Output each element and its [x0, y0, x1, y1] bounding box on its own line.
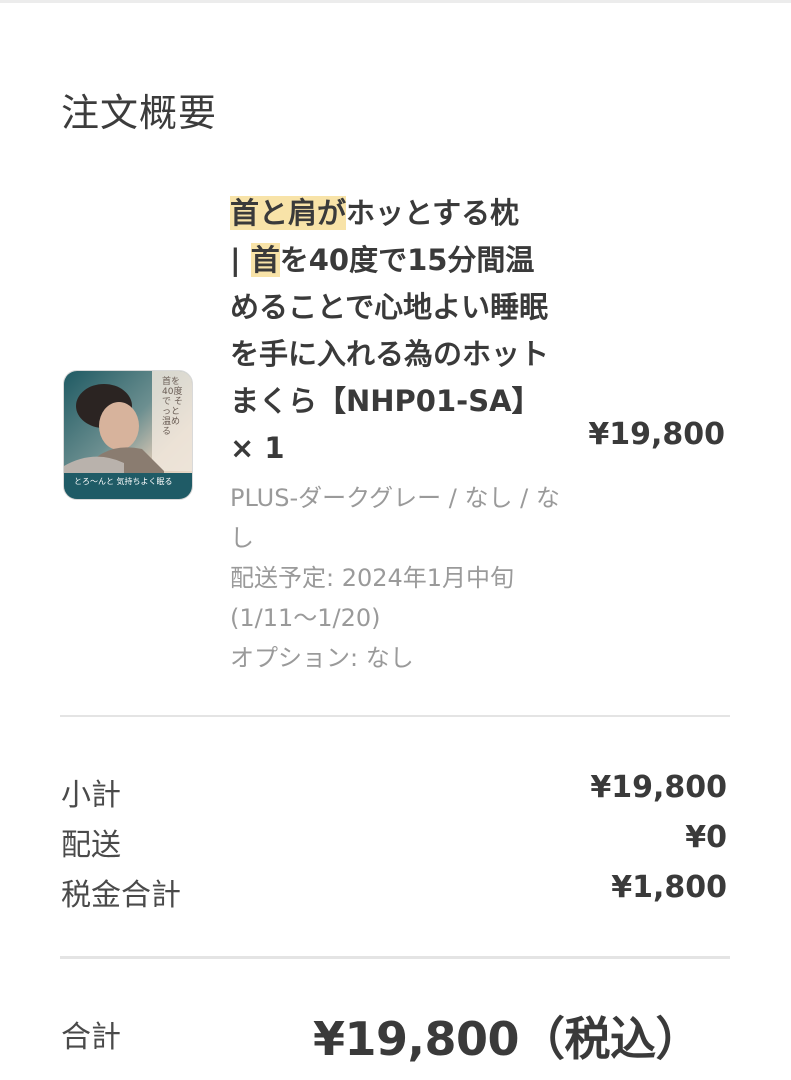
search-highlight: 首 — [250, 243, 280, 277]
product-name: 首と肩がホッとする枕 | 首を40度で15分間温めることで心地よい睡眠を手に入れる… — [230, 196, 550, 465]
tax-label: 税金合計 — [61, 878, 181, 913]
order-summary-title: 注文概要 — [61, 91, 218, 135]
subtotal-value: ¥19,800 — [590, 770, 727, 805]
thumbnail-side-text: 首を40度で そっと温める — [162, 377, 183, 437]
product-variant: PLUS-ダークグレー / なし / なし 配送予定: 2024年1月中旬 (1… — [230, 478, 570, 678]
shipping-value: ¥0 — [685, 820, 727, 855]
product-options: オプション: なし — [230, 644, 414, 672]
line-item-price: ¥19,800 — [588, 417, 725, 452]
delivery-schedule: 配送予定: 2024年1月中旬 (1/11〜1/20) — [230, 564, 515, 632]
total-value: ¥19,800（税込） — [312, 1012, 702, 1066]
thumbnail-overlay-text: とろ〜んと 気持ちよく眠る — [74, 477, 173, 486]
product-thumbnail: 首を40度で そっと温める とろ〜んと 気持ちよく眠る — [63, 370, 193, 500]
top-divider — [0, 0, 791, 3]
divider — [60, 956, 730, 959]
total-label: 合計 — [61, 1020, 121, 1055]
tax-value: ¥1,800 — [611, 870, 727, 905]
shipping-label: 配送 — [61, 828, 121, 863]
divider — [60, 715, 730, 717]
search-highlight: 首と肩が — [230, 196, 347, 230]
subtotal-label: 小計 — [61, 778, 121, 813]
